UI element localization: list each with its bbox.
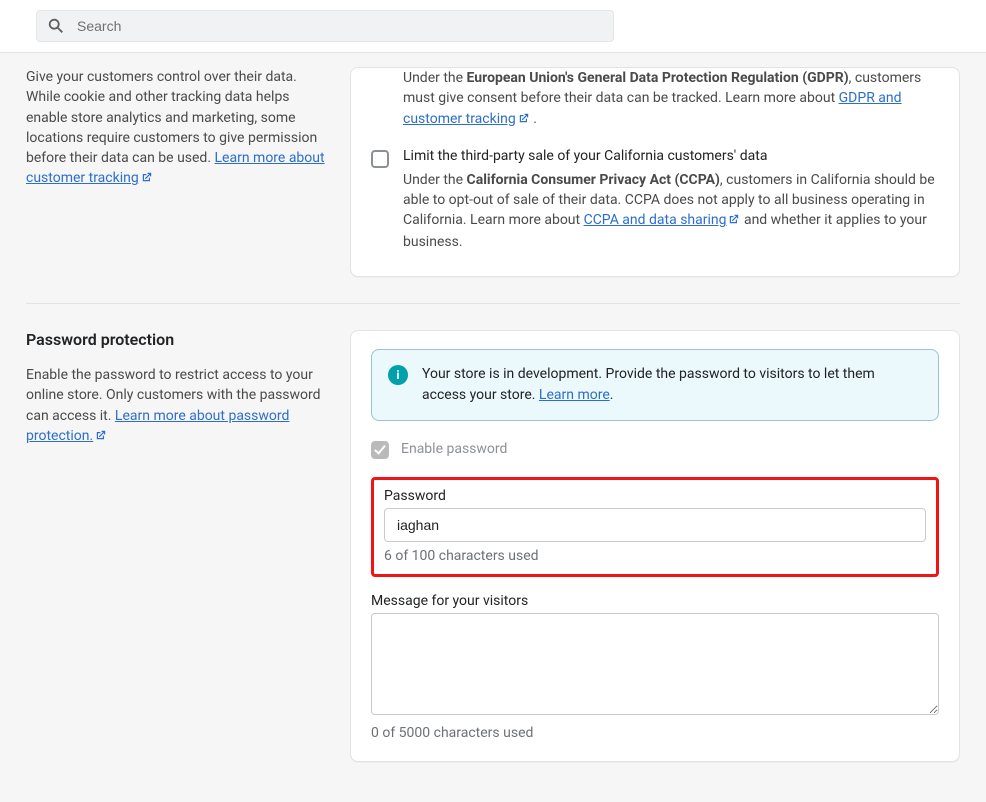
password-counter: 6 of 100 characters used xyxy=(384,548,926,564)
message-label: Message for your visitors xyxy=(371,593,939,609)
external-link-icon xyxy=(95,427,107,447)
password-right: i Your store is in development. Provide … xyxy=(350,330,960,762)
search-input[interactable] xyxy=(75,17,603,35)
password-description: Enable the password to restrict access t… xyxy=(26,365,326,447)
gdpr-subtext: Under the European Union's General Data … xyxy=(403,68,939,130)
password-heading: Password protection xyxy=(26,330,326,349)
gdpr-item: Under the European Union's General Data … xyxy=(371,68,939,130)
tracking-section: Give your customers control over their d… xyxy=(26,53,960,277)
password-card: i Your store is in development. Provide … xyxy=(350,330,960,762)
external-link-icon xyxy=(518,110,530,130)
search-box[interactable] xyxy=(36,10,614,42)
ccpa-link[interactable]: CCPA and data sharing xyxy=(584,212,741,228)
ccpa-title: Limit the third-party sale of your Calif… xyxy=(403,148,939,164)
page-content: Give your customers control over their d… xyxy=(0,53,986,802)
ccpa-subtext: Under the California Consumer Privacy Ac… xyxy=(403,170,939,252)
password-field-highlight: Password 6 of 100 characters used xyxy=(371,477,939,577)
password-label: Password xyxy=(384,488,926,504)
ccpa-bold: California Consumer Privacy Act (CCPA) xyxy=(467,172,720,188)
tracking-right: Under the European Union's General Data … xyxy=(350,67,960,277)
banner-text: Your store is in development. Provide th… xyxy=(422,364,922,406)
enable-password-checkbox[interactable] xyxy=(371,441,389,459)
banner-learn-more-link[interactable]: Learn more xyxy=(539,387,610,403)
tracking-card: Under the European Union's General Data … xyxy=(350,67,960,277)
password-section: Password protection Enable the password … xyxy=(26,304,960,762)
external-link-icon xyxy=(728,211,740,231)
info-icon: i xyxy=(388,365,408,385)
tracking-left: Give your customers control over their d… xyxy=(26,67,326,277)
info-banner: i Your store is in development. Provide … xyxy=(371,349,939,421)
gdpr-content: Under the European Union's General Data … xyxy=(403,68,939,130)
external-link-icon xyxy=(141,169,153,189)
gdpr-bold: European Union's General Data Protection… xyxy=(467,70,849,86)
search-icon xyxy=(47,17,65,35)
tracking-description: Give your customers control over their d… xyxy=(26,67,326,190)
password-left: Password protection Enable the password … xyxy=(26,330,326,762)
enable-password-row: Enable password xyxy=(371,439,939,459)
enable-password-label: Enable password xyxy=(401,441,507,457)
top-bar xyxy=(0,0,986,53)
ccpa-item: Limit the third-party sale of your Calif… xyxy=(371,148,939,252)
message-counter: 0 of 5000 characters used xyxy=(371,725,939,741)
ccpa-checkbox[interactable] xyxy=(371,150,389,168)
message-textarea[interactable] xyxy=(371,613,939,715)
password-input[interactable] xyxy=(384,508,926,542)
ccpa-content: Limit the third-party sale of your Calif… xyxy=(403,148,939,252)
